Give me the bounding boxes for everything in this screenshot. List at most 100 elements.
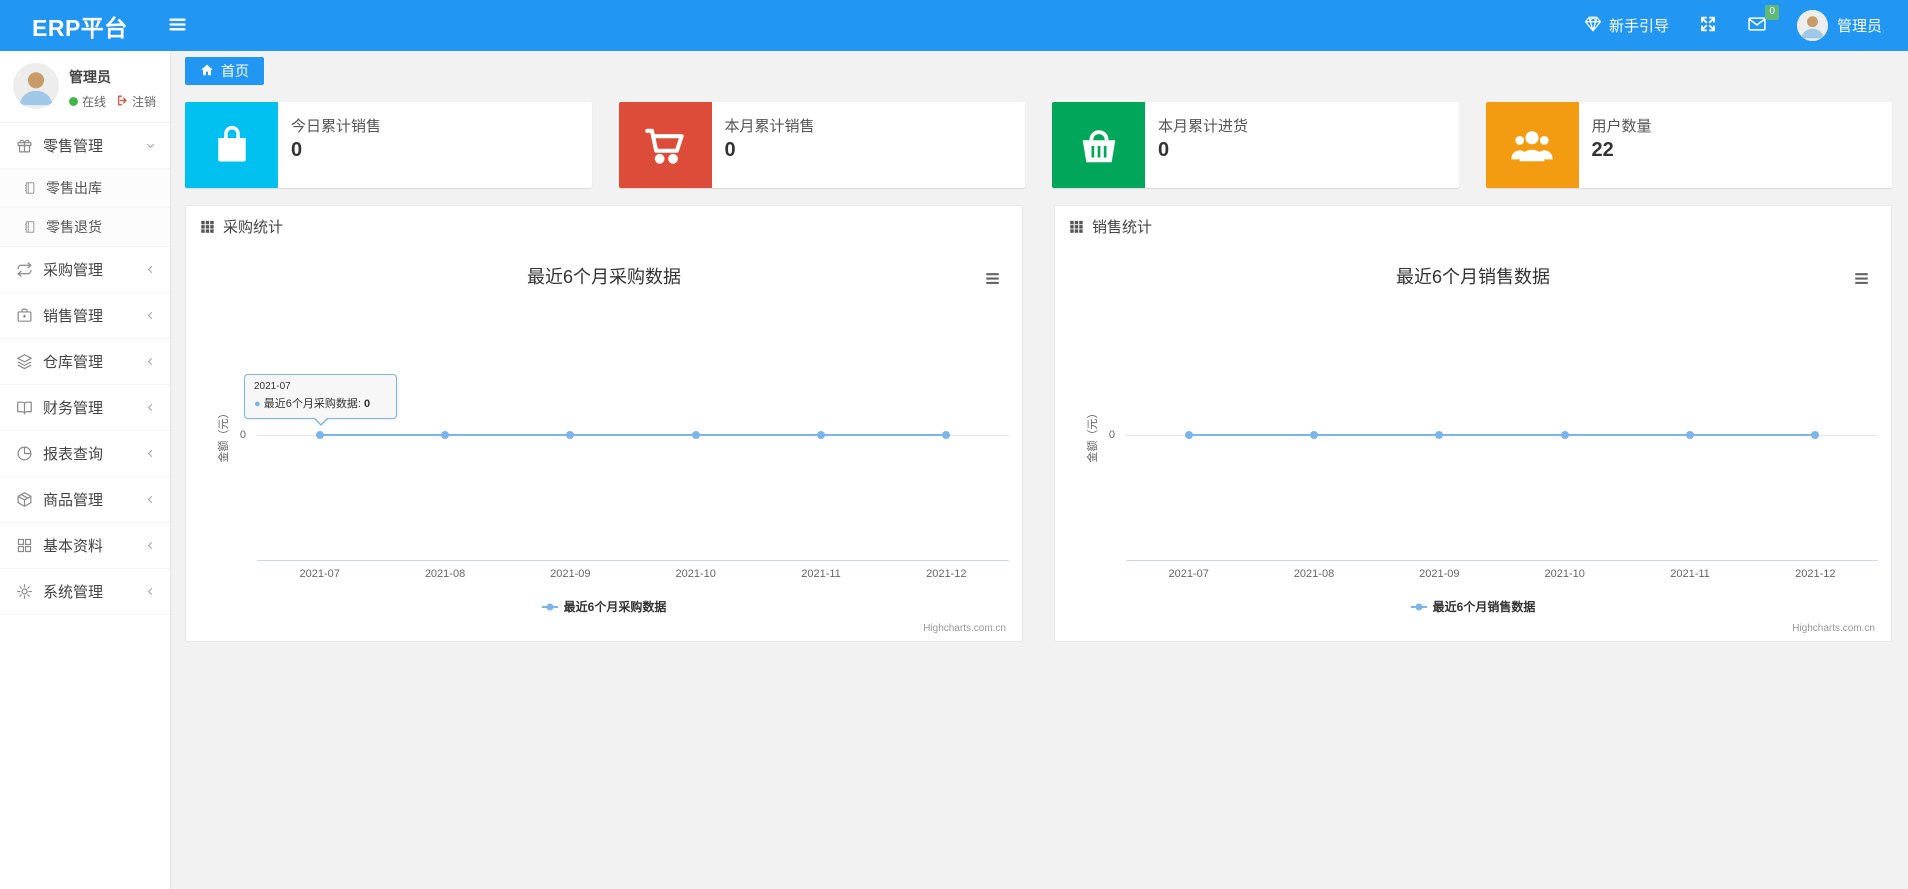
sidebar-item-purchase[interactable]: 采购管理	[0, 247, 170, 293]
notebook-icon	[23, 220, 37, 234]
open-book-icon	[16, 399, 33, 416]
chart-tooltip: 2021-07 ● 最近6个月采购数据: 0	[244, 374, 397, 426]
navbar-actions: 新手引导 0 管理员	[1584, 4, 1908, 41]
purchase-chart: 最近6个月采购数据 金额（元） 0 2021-07 2021-08 2021-09 2021…	[186, 246, 1022, 641]
data-point[interactable]	[691, 431, 700, 439]
shopping-basket-icon	[1052, 102, 1145, 188]
data-point[interactable]	[1310, 431, 1318, 439]
sidebar-item-label: 报表查询	[43, 446, 104, 463]
stat-cards-row: 今日累计销售 0 本月累计销售 0 本月累计进货 0 用户数量 22	[185, 102, 1892, 188]
user-menu[interactable]: 管理员	[1796, 10, 1882, 41]
chart-credits-link[interactable]: Highcharts.com.cn	[923, 623, 1006, 634]
tab-home[interactable]: 首页	[185, 57, 264, 85]
x-axis-tick-label: 2021-07	[1168, 568, 1209, 580]
data-point[interactable]	[1686, 431, 1694, 439]
sidebar-item-label: 销售管理	[43, 308, 104, 325]
sidebar-item-label: 仓库管理	[43, 354, 104, 371]
sidebar-item-retail-return[interactable]: 零售退货	[0, 208, 170, 247]
tab-bar: 首页	[170, 51, 1908, 91]
sidebar-item-label: 零售出库	[46, 180, 102, 196]
sidebar-item-warehouse[interactable]: 仓库管理	[0, 339, 170, 385]
sidebar-user-card: 管理员 在线 注销	[0, 51, 170, 123]
x-axis-line	[257, 560, 1009, 561]
legend-item[interactable]: 最近6个月销售数据	[1410, 598, 1535, 615]
legend-item[interactable]: 最近6个月采购数据	[541, 598, 667, 615]
data-point[interactable]	[942, 431, 951, 439]
guide-link[interactable]: 新手引导	[1584, 15, 1669, 37]
user-avatar	[1796, 10, 1828, 41]
stat-label: 本月累计销售	[724, 118, 815, 135]
chart-legend: 最近6个月采购数据	[186, 598, 1022, 615]
stat-value: 0	[291, 139, 303, 161]
pie-chart-icon	[16, 445, 33, 462]
chart-export-menu-button[interactable]	[983, 270, 1002, 287]
sign-out-icon	[116, 94, 129, 110]
briefcase-icon	[16, 307, 33, 324]
data-point[interactable]	[1184, 431, 1193, 439]
sidebar-item-system[interactable]: 系统管理	[0, 569, 170, 615]
data-point[interactable]	[817, 431, 825, 439]
chevron-left-icon	[144, 539, 157, 552]
layers-icon	[16, 353, 33, 370]
sales-chart: 最近6个月销售数据 金额（元） 0 2021-07 2021-08 2021-09 2021…	[1055, 246, 1891, 641]
x-axis-tick-label: 2021-08	[424, 568, 466, 580]
sidebar-item-basic-data[interactable]: 基本资料	[0, 523, 170, 569]
users-icon	[1485, 102, 1579, 188]
tooltip-header: 2021-07	[254, 381, 291, 392]
stat-label: 用户数量	[1591, 118, 1652, 135]
online-status-label: 在线	[82, 95, 107, 109]
stat-card-month-purchase[interactable]: 本月累计进货 0	[1052, 102, 1459, 188]
notebook-icon	[23, 181, 37, 195]
sidebar: 管理员 在线 注销 零售管理 零售出库 零售退货 采购管理 销售管理 仓库管理 …	[0, 51, 170, 889]
sidebar-toggle-button[interactable]	[163, 10, 192, 42]
legend-label: 最近6个月采购数据	[563, 600, 667, 614]
x-axis-tick-label: 2021-11	[1670, 568, 1710, 580]
data-point[interactable]	[566, 431, 575, 439]
tooltip-series-dot: ●	[254, 398, 261, 410]
chart-legend: 最近6个月销售数据	[1055, 598, 1891, 615]
shopping-cart-icon	[618, 102, 712, 188]
sidebar-item-label: 采购管理	[43, 262, 104, 279]
sidebar-item-goods[interactable]: 商品管理	[0, 477, 170, 523]
data-point[interactable]	[1811, 431, 1820, 439]
sidebar-item-retail[interactable]: 零售管理	[0, 123, 170, 169]
sidebar-item-label: 零售退货	[46, 219, 102, 235]
data-point[interactable]	[1435, 431, 1444, 439]
stat-card-user-count[interactable]: 用户数量 22	[1485, 102, 1892, 188]
x-axis-tick-label: 2021-07	[299, 568, 340, 580]
sidebar-item-reports[interactable]: 报表查询	[0, 431, 170, 477]
fullscreen-button[interactable]	[1699, 15, 1717, 37]
brand-logo[interactable]: ERP平台	[0, 9, 163, 43]
gem-icon	[1584, 15, 1602, 37]
charts-row: 采购统计 最近6个月采购数据 金额（元） 0 2021-07 2021-08 2021-0…	[185, 205, 1892, 642]
messages-button[interactable]: 0	[1747, 4, 1779, 38]
x-axis-tick-label: 2021-12	[1795, 568, 1836, 580]
legend-marker-icon	[541, 600, 558, 614]
data-point[interactable]	[315, 431, 324, 439]
stat-label: 本月累计进货	[1158, 118, 1249, 135]
stat-value: 0	[724, 139, 736, 161]
sidebar-item-label: 零售管理	[43, 138, 104, 155]
chart-credits-link[interactable]: Highcharts.com.cn	[1792, 623, 1875, 634]
panel-title: 销售统计	[1092, 218, 1153, 236]
repeat-icon	[16, 261, 33, 278]
shopping-bag-icon	[185, 102, 278, 188]
chart-export-menu-button[interactable]	[1852, 270, 1871, 287]
x-axis-tick-label: 2021-11	[801, 568, 841, 580]
sidebar-item-finance[interactable]: 财务管理	[0, 385, 170, 431]
data-point[interactable]	[1560, 431, 1569, 439]
data-point[interactable]	[441, 431, 449, 439]
stat-label: 今日累计销售	[291, 118, 382, 135]
logout-link[interactable]: 注销	[116, 93, 156, 110]
top-navbar: ERP平台 新手引导 0 管理员	[0, 0, 1908, 51]
y-axis-tick: 0	[1108, 429, 1115, 441]
stat-card-month-sales[interactable]: 本月累计销售 0	[618, 102, 1025, 188]
th-grid-icon	[1069, 219, 1084, 234]
sidebar-item-sales[interactable]: 销售管理	[0, 293, 170, 339]
sidebar-item-label: 商品管理	[43, 492, 104, 509]
sidebar-item-retail-outbound[interactable]: 零售出库	[0, 169, 170, 208]
chevron-left-icon	[144, 447, 157, 460]
retail-submenu: 零售出库 零售退货	[0, 169, 170, 247]
chart-title: 最近6个月采购数据	[526, 267, 681, 287]
stat-card-today-sales[interactable]: 今日累计销售 0	[185, 102, 592, 188]
